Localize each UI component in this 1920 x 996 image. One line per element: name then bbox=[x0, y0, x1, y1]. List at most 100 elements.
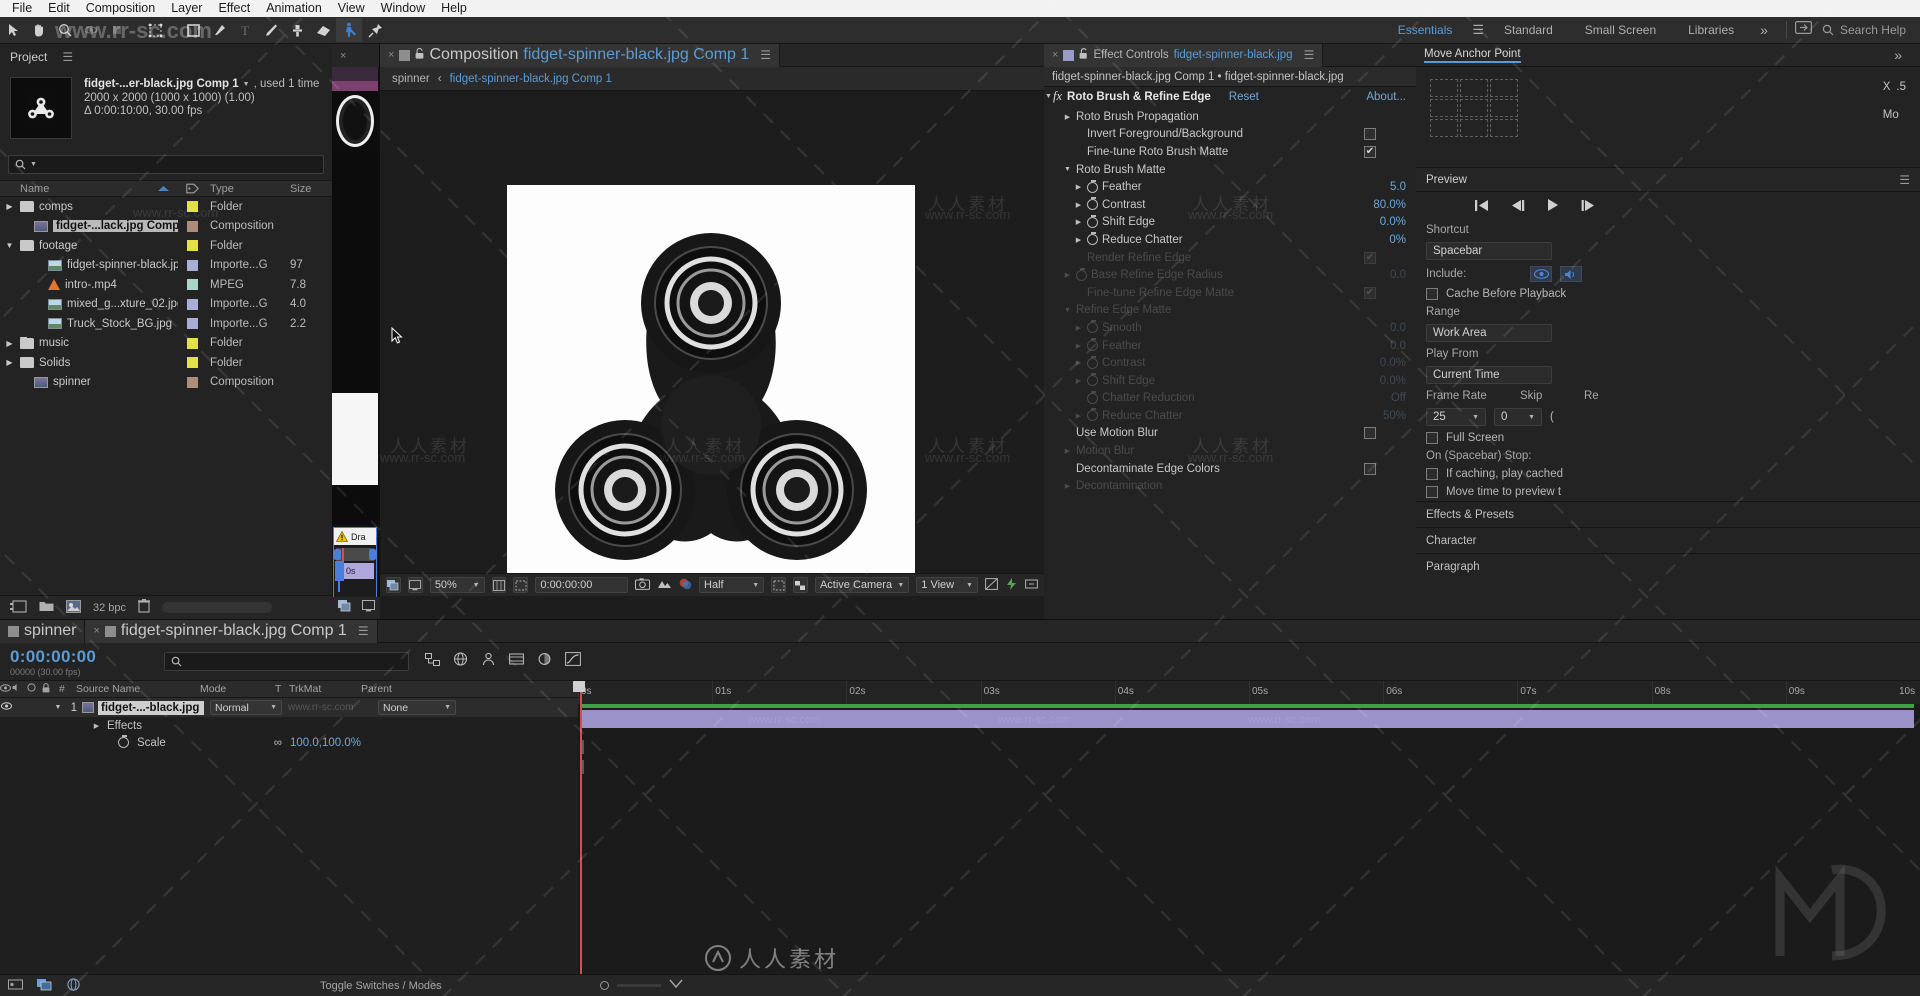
timeline-zoom-slider-track[interactable] bbox=[617, 984, 661, 987]
anchor-more-label[interactable]: Mo bbox=[1883, 109, 1899, 121]
pen-tool-icon[interactable] bbox=[206, 18, 232, 42]
stopwatch-icon[interactable] bbox=[1087, 390, 1098, 404]
column-header-video-eye-icon[interactable] bbox=[0, 683, 11, 695]
breadcrumb-parent[interactable]: spinner bbox=[392, 73, 430, 85]
column-header-name[interactable]: Name bbox=[0, 183, 178, 195]
effect-property-row[interactable]: ▶ Roto Brush Propagation bbox=[1044, 108, 1416, 126]
play-button[interactable] bbox=[1547, 199, 1559, 214]
region-of-interest-icon[interactable] bbox=[771, 577, 787, 593]
effect-property-row[interactable]: Decontaminate Edge Colors bbox=[1044, 460, 1416, 478]
disclosure-closed-icon[interactable]: ▶ bbox=[1063, 482, 1072, 490]
effect-property-row[interactable]: ▶ Base Refine Edge Radius 0.0 bbox=[1044, 266, 1416, 284]
project-list-item[interactable]: ▼ footage Folder bbox=[0, 236, 332, 256]
project-list-item[interactable]: ▶ Solids Folder bbox=[0, 353, 332, 373]
menu-item-effect[interactable]: Effect bbox=[210, 0, 258, 17]
composition-tab[interactable]: × Composition fidget-spinner-black.jpg C… bbox=[380, 43, 781, 67]
effect-reset-button[interactable]: Reset bbox=[1229, 91, 1259, 103]
effect-property-row[interactable]: ▶ Reduce Chatter 50% bbox=[1044, 407, 1416, 425]
graph-editor-icon[interactable] bbox=[565, 652, 581, 671]
stopwatch-icon[interactable] bbox=[1087, 355, 1098, 369]
property-scale-value[interactable]: 100.0,100.0% bbox=[290, 737, 361, 749]
disclosure-closed-icon[interactable]: ▶ bbox=[1074, 324, 1083, 332]
draft-3d-icon[interactable] bbox=[453, 652, 468, 671]
preview-movetime-row[interactable]: Move time to preview t bbox=[1416, 483, 1920, 501]
preview-skip-select[interactable]: 0 ▼ bbox=[1494, 408, 1542, 426]
composition-mini-flowchart-icon[interactable] bbox=[425, 652, 440, 671]
timeline-ruler[interactable]: 0s 01s 02s 03s 04s 05s 06s 07s 08s 09s 10s bbox=[578, 681, 1920, 704]
close-icon[interactable]: × bbox=[1052, 49, 1058, 61]
project-list-item[interactable]: Truck_Stock_BG.jpg Importe...G 2.2 bbox=[0, 314, 332, 334]
effect-controls-tab[interactable]: × Effect Controls fidget-spinner-black.j… bbox=[1044, 43, 1324, 67]
disclosure-closed-icon[interactable]: ▶ bbox=[1063, 447, 1072, 455]
effect-property-row[interactable]: ▶ Motion Blur bbox=[1044, 442, 1416, 460]
effect-property-value[interactable]: 0.0 bbox=[1390, 340, 1416, 352]
effect-property-checkbox[interactable] bbox=[1364, 462, 1376, 475]
stopwatch-icon[interactable] bbox=[1076, 267, 1087, 281]
column-header-source-name[interactable]: Source Name bbox=[76, 683, 200, 695]
effect-property-value[interactable]: 5.0 bbox=[1390, 181, 1416, 193]
effect-about-button[interactable]: About... bbox=[1366, 91, 1406, 103]
menu-item-layer[interactable]: Layer bbox=[163, 0, 210, 17]
effect-property-row[interactable]: Chatter Reduction Off bbox=[1044, 390, 1416, 408]
timeline-render-icon[interactable] bbox=[37, 978, 52, 994]
roto-brush-tool-icon[interactable] bbox=[336, 18, 362, 42]
previous-frame-button[interactable] bbox=[1511, 199, 1525, 214]
project-list-item[interactable]: mixed_g...xture_02.jpg Importe...G 4.0 bbox=[0, 295, 332, 315]
panel-overflow-icon[interactable]: » bbox=[1884, 47, 1912, 63]
composition-viewer-stage[interactable]: 50% ▼ 0:00:00:00 Half ▼ Active Camera ▼ … bbox=[380, 91, 1044, 596]
disclosure-closed-icon[interactable]: ▶ bbox=[4, 339, 15, 348]
disclosure-closed-icon[interactable]: ▶ bbox=[1074, 236, 1083, 244]
effect-property-row[interactable]: ▶ Smooth 0.0 bbox=[1044, 319, 1416, 337]
disclosure-closed-icon[interactable]: ▶ bbox=[1063, 113, 1072, 121]
mask-path-visibility-icon[interactable] bbox=[513, 577, 529, 593]
effect-property-value[interactable]: 80.0% bbox=[1373, 199, 1416, 211]
project-list-item[interactable]: intro-.mp4 MPEG 7.8 bbox=[0, 275, 332, 295]
hand-tool-icon[interactable] bbox=[26, 18, 52, 42]
effect-property-row[interactable]: Invert Foreground/Background bbox=[1044, 126, 1416, 144]
effects-disclosure-triangle-icon[interactable]: ▶ bbox=[92, 722, 101, 730]
anchor-point-grid[interactable] bbox=[1430, 79, 1522, 137]
new-comp-icon[interactable] bbox=[10, 599, 27, 616]
first-frame-button[interactable] bbox=[1475, 199, 1489, 214]
stopwatch-icon[interactable] bbox=[1087, 373, 1098, 387]
effect-property-row[interactable]: Fine-tune Roto Brush Matte ✔ bbox=[1044, 143, 1416, 161]
effect-property-value[interactable]: 0% bbox=[1389, 234, 1416, 246]
project-item-label-color[interactable] bbox=[178, 201, 206, 213]
include-audio-speaker-icon[interactable] bbox=[1560, 266, 1583, 282]
project-list-item[interactable]: ▶ music Folder bbox=[0, 334, 332, 354]
brush-tool-icon[interactable] bbox=[258, 18, 284, 42]
column-header-type[interactable]: Type bbox=[206, 183, 288, 195]
preview-play-from-field[interactable]: Current Time bbox=[1426, 366, 1552, 384]
camera-view-select[interactable]: Active Camera ▼ bbox=[814, 577, 910, 593]
if-caching-checkbox[interactable] bbox=[1426, 468, 1438, 480]
timeline-zoom-slider-handle[interactable] bbox=[600, 981, 609, 990]
preview-cache-row[interactable]: Cache Before Playback bbox=[1416, 285, 1920, 303]
timeline-tab-comp[interactable]: × fidget-spinner-black.jpg Comp 1 ☰ bbox=[85, 619, 378, 643]
close-icon[interactable]: × bbox=[340, 50, 346, 62]
zoom-tool-icon[interactable] bbox=[52, 18, 78, 42]
cache-before-playback-checkbox[interactable] bbox=[1426, 288, 1438, 300]
workspace-tab-libraries[interactable]: Libraries bbox=[1672, 17, 1750, 43]
menu-item-edit[interactable]: Edit bbox=[40, 0, 78, 17]
close-icon[interactable]: × bbox=[388, 49, 394, 61]
scale-stopwatch-icon[interactable] bbox=[118, 735, 129, 748]
monitor-icon[interactable] bbox=[407, 577, 423, 593]
disclosure-open-icon[interactable]: ▼ bbox=[1063, 166, 1072, 173]
column-header-size[interactable]: Size bbox=[288, 183, 332, 195]
effects-and-presets-section[interactable]: Effects & Presets bbox=[1416, 501, 1920, 527]
menu-item-composition[interactable]: Composition bbox=[78, 0, 163, 17]
layer-parent-select[interactable]: None ▼ bbox=[378, 700, 456, 715]
timeline-link-icon[interactable] bbox=[1025, 578, 1038, 593]
character-section[interactable]: Character bbox=[1416, 527, 1920, 553]
screen-share-icon[interactable] bbox=[1794, 21, 1812, 39]
effect-property-value[interactable]: 0.0% bbox=[1380, 357, 1416, 369]
type-tool-icon[interactable]: T bbox=[232, 18, 258, 42]
workspace-tab-essentials[interactable]: Essentials bbox=[1382, 17, 1469, 43]
preview-fullscreen-row[interactable]: Full Screen bbox=[1416, 429, 1920, 447]
stopwatch-icon[interactable] bbox=[1087, 408, 1098, 422]
lock-icon[interactable] bbox=[415, 46, 424, 64]
unlock-icon[interactable] bbox=[1079, 48, 1088, 62]
project-item-label-color[interactable] bbox=[178, 220, 206, 232]
workspace-tab-standard[interactable]: Standard bbox=[1488, 17, 1569, 43]
pixel-aspect-correction-icon[interactable] bbox=[985, 577, 998, 593]
